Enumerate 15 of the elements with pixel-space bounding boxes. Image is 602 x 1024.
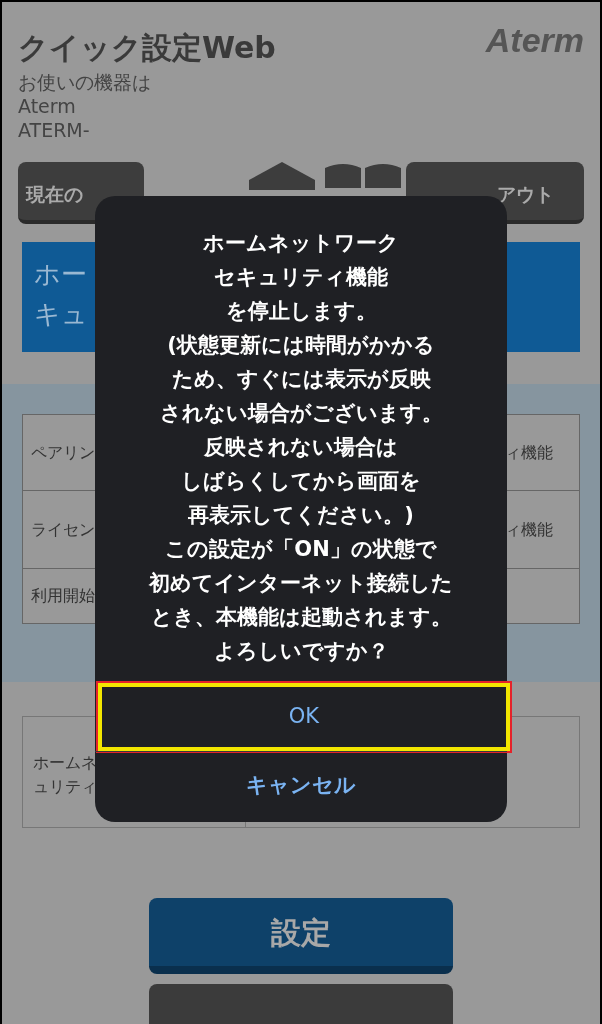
cancel-button[interactable]: キャンセル [95, 751, 507, 819]
page-title: クイック設定Web [18, 29, 276, 67]
ok-button[interactable]: OK [98, 683, 510, 751]
device-info-text: お使いの機器は [18, 70, 152, 94]
table-cell-text: ペアリン [31, 441, 95, 464]
table-cell-text: ィ機能 [505, 518, 553, 541]
book-icon[interactable] [325, 162, 401, 188]
table-cell-text: ライセン [31, 518, 95, 541]
device-info-text: Aterm [18, 94, 77, 118]
table-cell-text: ィ機能 [505, 441, 553, 464]
set-button[interactable]: 設定 [149, 898, 453, 974]
table-cell-text: 利用開始 [31, 585, 95, 607]
device-info-text: ATERM- [18, 118, 91, 142]
brand-logo: Aterm [485, 20, 584, 61]
home-icon[interactable] [249, 162, 315, 190]
